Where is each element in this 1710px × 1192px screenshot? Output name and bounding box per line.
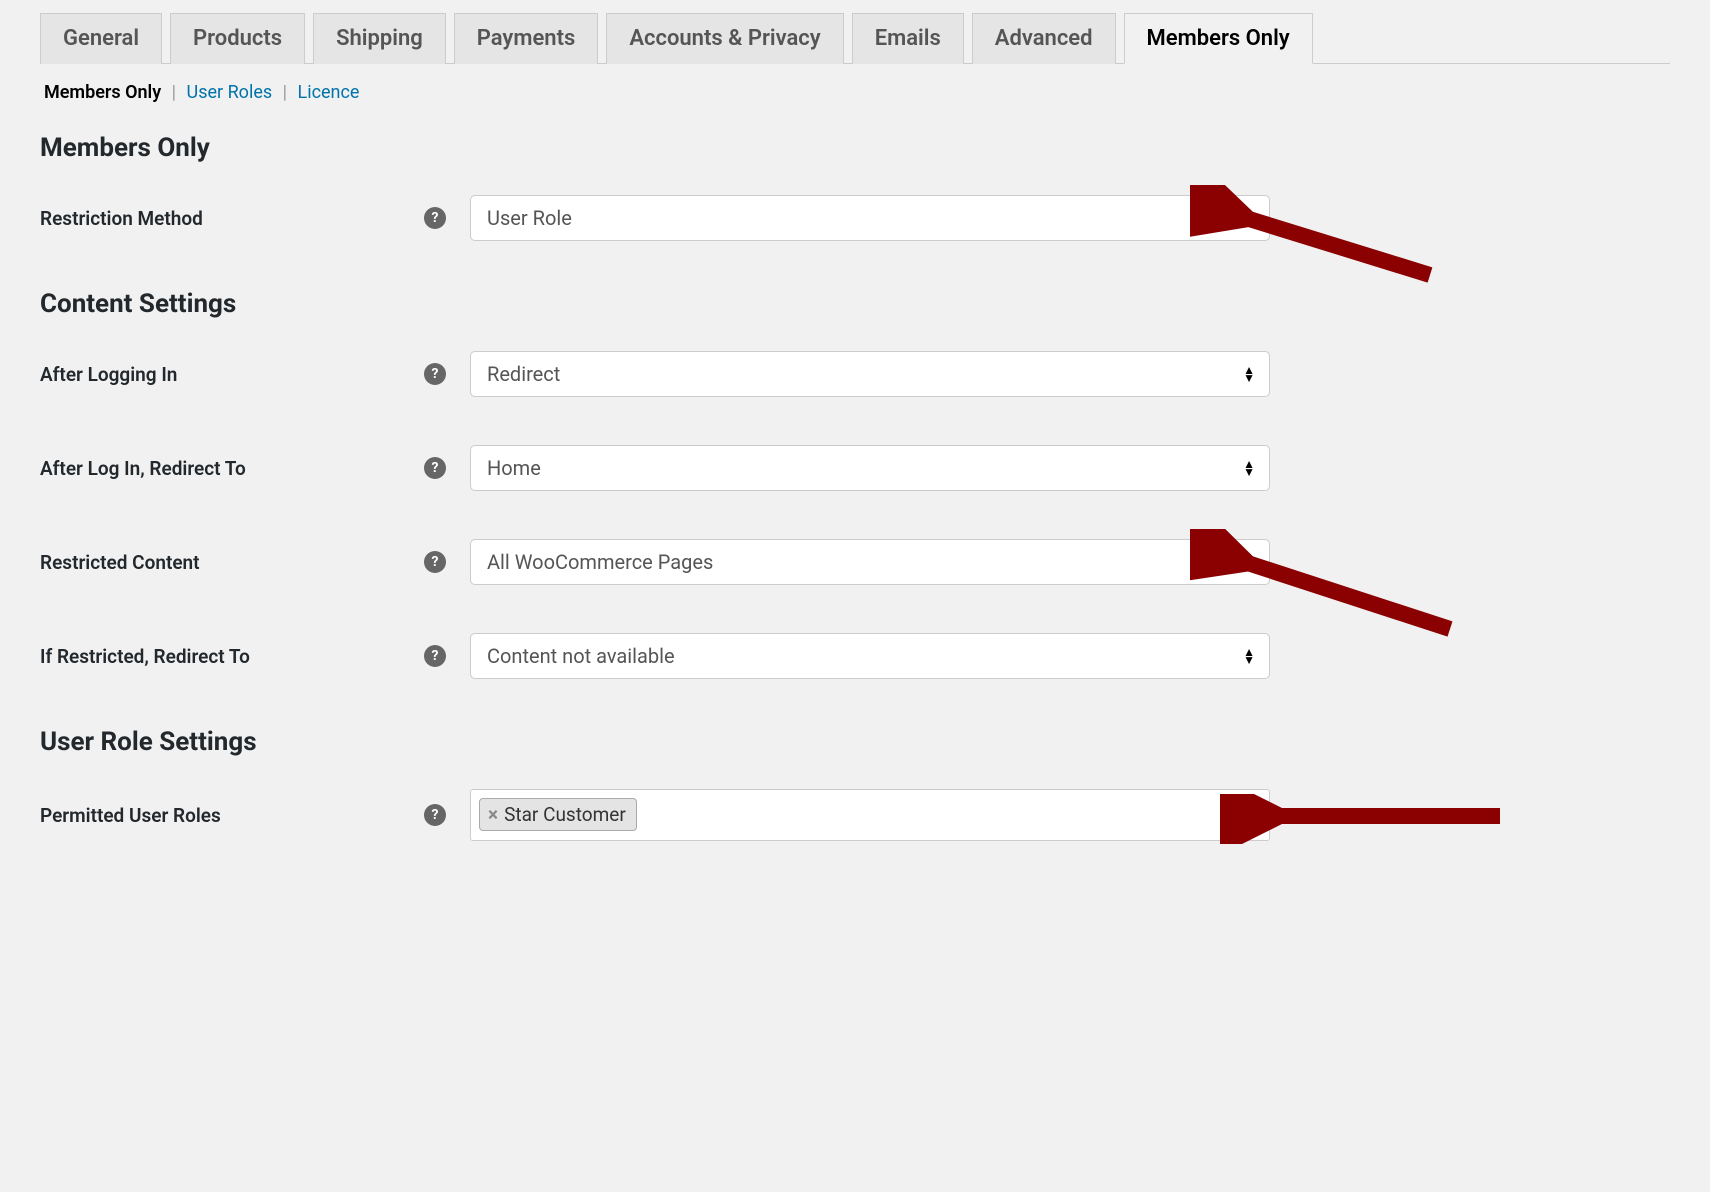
row-after-login-redirect: After Log In, Redirect To ? Home ▲▼ [40, 445, 1670, 491]
select-value: User Role [487, 206, 572, 230]
label-after-logging-in: After Logging In [40, 363, 177, 386]
tab-shipping[interactable]: Shipping [313, 13, 446, 64]
row-restriction-method: Restriction Method ? User Role ▲▼ [40, 195, 1670, 241]
label-after-login-redirect: After Log In, Redirect To [40, 457, 246, 480]
help-icon[interactable]: ? [424, 645, 446, 667]
row-after-logging-in: After Logging In ? Redirect ▲▼ [40, 351, 1670, 397]
label-restriction-method: Restriction Method [40, 207, 203, 230]
tab-products[interactable]: Products [170, 13, 305, 64]
help-icon[interactable]: ? [424, 207, 446, 229]
subnav: Members Only | User Roles | Licence [40, 82, 1670, 103]
tag-star-customer: × Star Customer [479, 798, 637, 831]
help-icon[interactable]: ? [424, 551, 446, 573]
label-restricted-content: Restricted Content [40, 551, 200, 574]
tab-emails[interactable]: Emails [852, 13, 964, 64]
chevron-updown-icon: ▲▼ [1243, 460, 1255, 476]
chevron-updown-icon: ▲▼ [1243, 366, 1255, 382]
select-after-logging-in[interactable]: Redirect ▲▼ [470, 351, 1270, 397]
subnav-licence[interactable]: Licence [294, 82, 364, 103]
subnav-user-roles[interactable]: User Roles [183, 82, 277, 103]
subnav-members-only[interactable]: Members Only [40, 82, 165, 103]
select-value: Redirect [487, 362, 560, 386]
help-icon[interactable]: ? [424, 457, 446, 479]
row-restricted-content: Restricted Content ? All WooCommerce Pag… [40, 539, 1670, 585]
chevron-updown-icon: ▲▼ [1243, 554, 1255, 570]
tab-general[interactable]: General [40, 13, 162, 64]
select-restriction-method[interactable]: User Role ▲▼ [470, 195, 1270, 241]
select-if-restricted-redirect[interactable]: Content not available ▲▼ [470, 633, 1270, 679]
chevron-updown-icon: ▲▼ [1243, 210, 1255, 226]
select-value: Home [487, 456, 541, 480]
chevron-updown-icon: ▲▼ [1243, 648, 1255, 664]
tag-label: Star Customer [504, 803, 626, 826]
help-icon[interactable]: ? [424, 363, 446, 385]
label-if-restricted-redirect: If Restricted, Redirect To [40, 645, 250, 668]
tab-advanced[interactable]: Advanced [972, 13, 1116, 64]
section-title-members-only: Members Only [40, 133, 1670, 163]
multiselect-permitted-user-roles[interactable]: × Star Customer [470, 789, 1270, 841]
tab-members-only[interactable]: Members Only [1124, 13, 1313, 64]
section-title-user-role-settings: User Role Settings [40, 727, 1670, 757]
label-permitted-user-roles: Permitted User Roles [40, 804, 221, 827]
close-icon[interactable]: × [488, 803, 498, 826]
tab-accounts-privacy[interactable]: Accounts & Privacy [606, 13, 843, 64]
row-if-restricted-redirect: If Restricted, Redirect To ? Content not… [40, 633, 1670, 679]
section-title-content-settings: Content Settings [40, 289, 1670, 319]
select-value: All WooCommerce Pages [487, 550, 713, 574]
row-permitted-user-roles: Permitted User Roles ? × Star Customer [40, 789, 1670, 841]
select-restricted-content[interactable]: All WooCommerce Pages ▲▼ [470, 539, 1270, 585]
nav-tabs: General Products Shipping Payments Accou… [40, 12, 1670, 64]
tab-payments[interactable]: Payments [454, 13, 599, 64]
select-value: Content not available [487, 644, 675, 668]
help-icon[interactable]: ? [424, 804, 446, 826]
select-after-login-redirect[interactable]: Home ▲▼ [470, 445, 1270, 491]
